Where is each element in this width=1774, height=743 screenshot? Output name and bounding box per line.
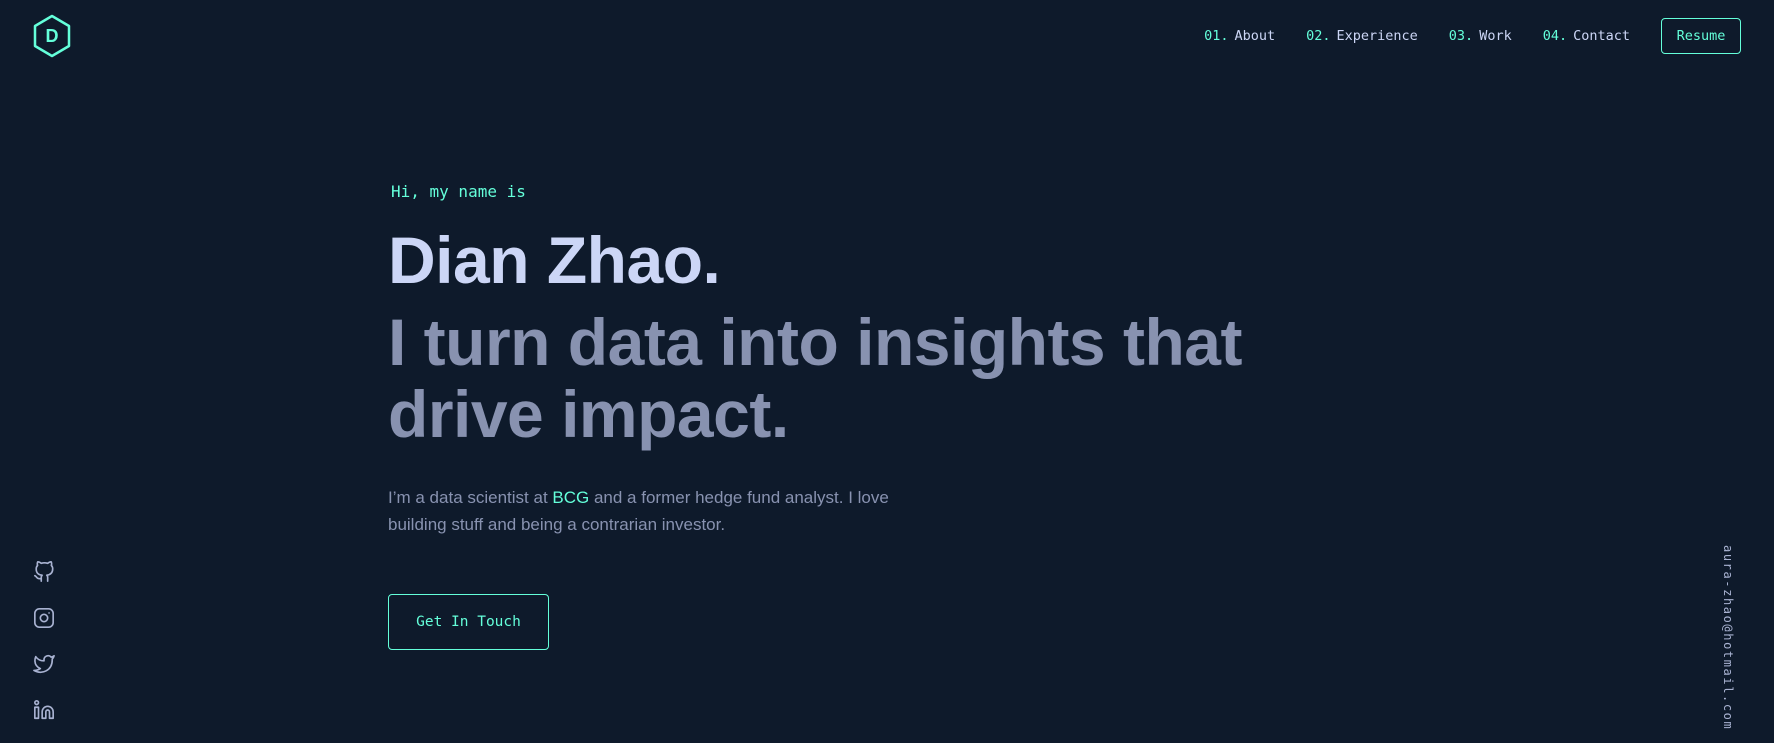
twitter-link[interactable] (33, 653, 55, 675)
get-in-touch-button[interactable]: Get In Touch (388, 594, 549, 650)
nav-number: 01. (1204, 28, 1229, 44)
nav-number: 03. (1448, 28, 1474, 44)
nav-number: 02. (1306, 28, 1331, 44)
linkedin-link[interactable] (33, 699, 55, 721)
social-links (33, 561, 55, 743)
bcg-link[interactable]: BCG (552, 488, 589, 507)
email-link[interactable]: aura-zhao@hotmail.com (1721, 545, 1735, 730)
resume-button[interactable]: Resume (1661, 18, 1741, 54)
linkedin-icon (34, 700, 54, 720)
nav-label: Experience (1336, 28, 1418, 44)
hero-intro: I’m a data scientist at BCG and a former… (388, 484, 918, 538)
nav-link-experience[interactable]: 02. Experience (1306, 17, 1418, 55)
logo[interactable]: D (32, 14, 72, 58)
hero-name: Dian Zhao. (388, 223, 721, 297)
hero-section: Hi, my name is Dian Zhao. I turn data in… (388, 180, 1338, 650)
nav-link-contact[interactable]: 04. Contact (1543, 17, 1630, 55)
hero-greeting: Hi, my name is (391, 182, 526, 201)
nav-link-work[interactable]: 03. Work (1449, 17, 1512, 55)
instagram-link[interactable] (33, 607, 55, 629)
nav-number: 04. (1542, 28, 1568, 44)
nav-link-about[interactable]: 01. About (1204, 17, 1275, 55)
nav-label: Work (1479, 28, 1512, 44)
instagram-icon (34, 608, 54, 628)
twitter-icon (33, 654, 55, 674)
hero-tagline: I turn data into insights that drive imp… (388, 305, 1242, 451)
nav-label: Contact (1573, 28, 1630, 44)
logo-letter: D (45, 25, 59, 46)
main-nav: 01. About 02. Experience 03. Work 04. Co… (1204, 17, 1741, 55)
github-icon (34, 561, 54, 582)
intro-text-prefix: I’m a data scientist at (388, 488, 553, 507)
github-link[interactable] (33, 561, 55, 583)
nav-label: About (1234, 28, 1276, 44)
